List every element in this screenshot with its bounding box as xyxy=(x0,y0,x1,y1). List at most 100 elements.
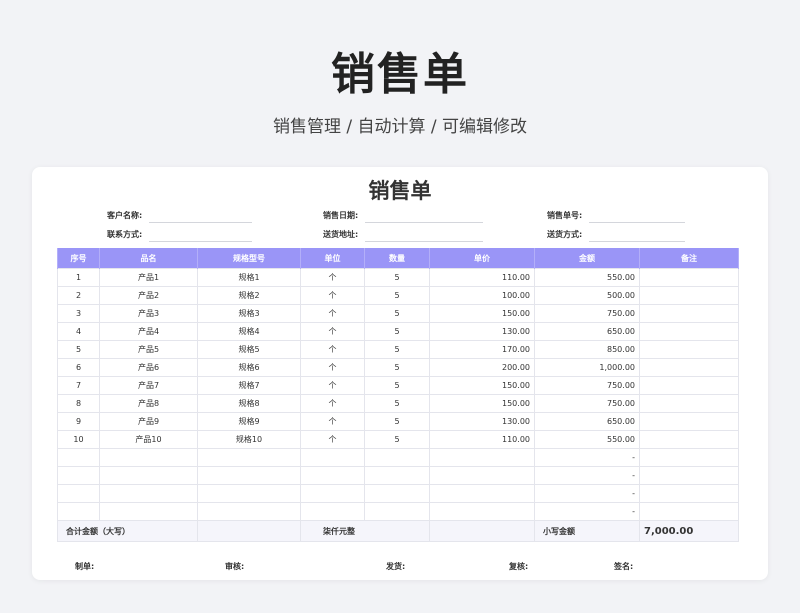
cell-amount[interactable]: 750.00 xyxy=(534,376,640,395)
contact-field[interactable]: 联系方式: xyxy=(107,226,252,242)
cell-spec[interactable]: 规格10 xyxy=(197,430,301,449)
cell-spec[interactable]: 规格6 xyxy=(197,358,301,377)
cell-no[interactable] xyxy=(57,484,100,503)
cell-amount[interactable]: - xyxy=(534,502,640,521)
cell-name[interactable]: 产品4 xyxy=(99,322,198,341)
cell-amount[interactable]: 500.00 xyxy=(534,286,640,305)
cell-unit[interactable]: 个 xyxy=(300,286,365,305)
cell-amount[interactable]: 1,000.00 xyxy=(534,358,640,377)
cell-qty[interactable] xyxy=(364,466,430,485)
cell-name[interactable]: 产品2 xyxy=(99,286,198,305)
cell-name[interactable] xyxy=(99,502,198,521)
cell-price[interactable] xyxy=(429,502,535,521)
cell-price[interactable]: 130.00 xyxy=(429,322,535,341)
cell-note[interactable] xyxy=(639,394,739,413)
cell-note[interactable] xyxy=(639,412,739,431)
cell-qty[interactable]: 5 xyxy=(364,304,430,323)
cell-name[interactable]: 产品10 xyxy=(99,430,198,449)
cell-qty[interactable]: 5 xyxy=(364,268,430,287)
cell-name[interactable]: 产品8 xyxy=(99,394,198,413)
cell-spec[interactable] xyxy=(197,502,301,521)
cell-note[interactable] xyxy=(639,376,739,395)
cell-qty[interactable] xyxy=(364,448,430,467)
cell-spec[interactable]: 规格9 xyxy=(197,412,301,431)
cell-note[interactable] xyxy=(639,322,739,341)
cell-unit[interactable]: 个 xyxy=(300,430,365,449)
cell-note[interactable] xyxy=(639,502,739,521)
cell-amount[interactable]: 750.00 xyxy=(534,394,640,413)
cell-no[interactable]: 5 xyxy=(57,340,100,359)
cell-unit[interactable]: 个 xyxy=(300,412,365,431)
cell-price[interactable]: 130.00 xyxy=(429,412,535,431)
cell-amount[interactable]: 550.00 xyxy=(534,268,640,287)
cell-note[interactable] xyxy=(639,484,739,503)
cell-amount[interactable]: 650.00 xyxy=(534,412,640,431)
cell-amount[interactable]: 650.00 xyxy=(534,322,640,341)
cell-name[interactable]: 产品1 xyxy=(99,268,198,287)
cell-spec[interactable]: 规格1 xyxy=(197,268,301,287)
cell-amount[interactable]: - xyxy=(534,484,640,503)
cell-spec[interactable]: 规格3 xyxy=(197,304,301,323)
cell-spec[interactable]: 规格7 xyxy=(197,376,301,395)
cell-qty[interactable]: 5 xyxy=(364,376,430,395)
sale-date-field[interactable]: 销售日期: xyxy=(323,207,483,223)
cell-price[interactable] xyxy=(429,448,535,467)
cell-name[interactable] xyxy=(99,466,198,485)
cell-spec[interactable]: 规格8 xyxy=(197,394,301,413)
cell-unit[interactable]: 个 xyxy=(300,340,365,359)
cell-qty[interactable]: 5 xyxy=(364,322,430,341)
cell-unit[interactable] xyxy=(300,448,365,467)
cell-name[interactable]: 产品5 xyxy=(99,340,198,359)
cell-no[interactable]: 1 xyxy=(57,268,100,287)
cell-spec[interactable]: 规格4 xyxy=(197,322,301,341)
cell-price[interactable] xyxy=(429,466,535,485)
total-upper-value[interactable]: 柒仟元整 xyxy=(300,520,430,542)
address-field[interactable]: 送货地址: xyxy=(323,226,483,242)
cell-price[interactable] xyxy=(429,484,535,503)
cell-qty[interactable] xyxy=(364,484,430,503)
cell-price[interactable]: 150.00 xyxy=(429,304,535,323)
cell-spec[interactable] xyxy=(197,448,301,467)
cell-amount[interactable]: 750.00 xyxy=(534,304,640,323)
cell-no[interactable] xyxy=(57,502,100,521)
cell-amount[interactable]: - xyxy=(534,448,640,467)
cell-no[interactable]: 8 xyxy=(57,394,100,413)
cell-price[interactable]: 110.00 xyxy=(429,430,535,449)
cell-price[interactable]: 200.00 xyxy=(429,358,535,377)
cell-qty[interactable]: 5 xyxy=(364,412,430,431)
cell-name[interactable]: 产品9 xyxy=(99,412,198,431)
cell-unit[interactable]: 个 xyxy=(300,268,365,287)
cell-no[interactable]: 10 xyxy=(57,430,100,449)
cell-price[interactable]: 150.00 xyxy=(429,376,535,395)
cell-unit[interactable]: 个 xyxy=(300,322,365,341)
total-lower-value[interactable]: 7,000.00 xyxy=(639,520,739,542)
cell-note[interactable] xyxy=(639,340,739,359)
cell-name[interactable]: 产品3 xyxy=(99,304,198,323)
cell-name[interactable] xyxy=(99,448,198,467)
cell-amount[interactable]: 550.00 xyxy=(534,430,640,449)
cell-price[interactable]: 100.00 xyxy=(429,286,535,305)
cell-unit[interactable]: 个 xyxy=(300,376,365,395)
cell-note[interactable] xyxy=(639,268,739,287)
cell-spec[interactable]: 规格5 xyxy=(197,340,301,359)
cell-unit[interactable]: 个 xyxy=(300,358,365,377)
cell-unit[interactable]: 个 xyxy=(300,394,365,413)
cell-no[interactable]: 4 xyxy=(57,322,100,341)
cell-note[interactable] xyxy=(639,448,739,467)
cell-spec[interactable] xyxy=(197,466,301,485)
cell-spec[interactable] xyxy=(197,484,301,503)
cell-note[interactable] xyxy=(639,430,739,449)
cell-qty[interactable]: 5 xyxy=(364,430,430,449)
cell-spec[interactable]: 规格2 xyxy=(197,286,301,305)
cell-no[interactable] xyxy=(57,466,100,485)
cell-unit[interactable] xyxy=(300,466,365,485)
cell-no[interactable]: 3 xyxy=(57,304,100,323)
cell-amount[interactable]: - xyxy=(534,466,640,485)
cell-qty[interactable]: 5 xyxy=(364,394,430,413)
cell-no[interactable] xyxy=(57,448,100,467)
delivery-method-field[interactable]: 送货方式: xyxy=(547,226,685,242)
cell-name[interactable] xyxy=(99,484,198,503)
cell-note[interactable] xyxy=(639,304,739,323)
cell-price[interactable]: 170.00 xyxy=(429,340,535,359)
cell-qty[interactable]: 5 xyxy=(364,340,430,359)
